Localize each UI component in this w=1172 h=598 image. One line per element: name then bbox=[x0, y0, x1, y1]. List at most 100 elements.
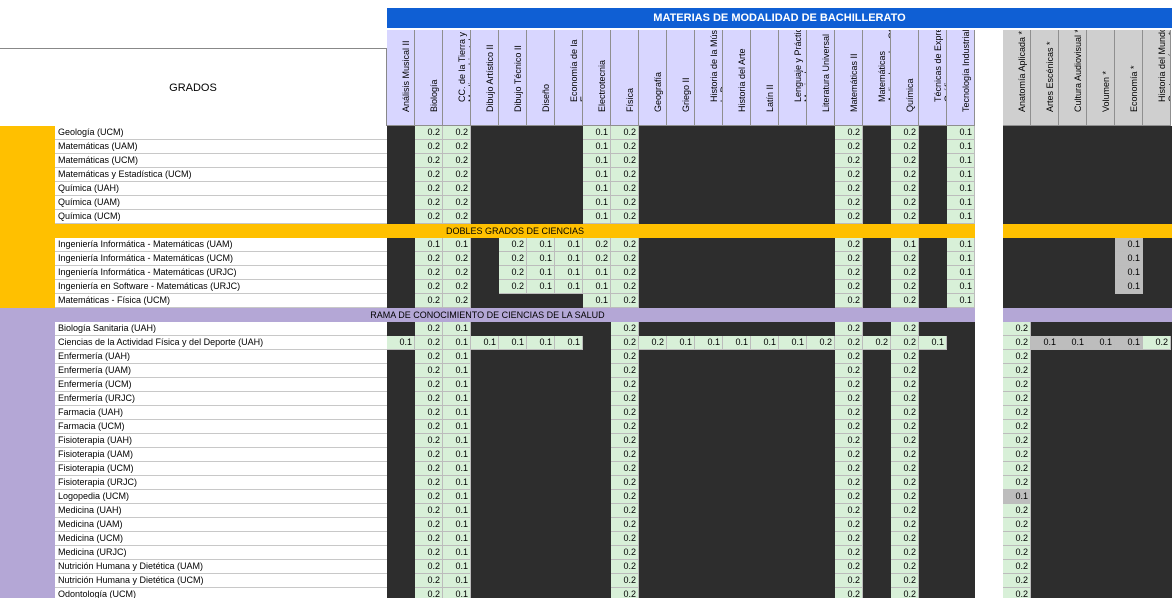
value-cell: 0.2 bbox=[611, 392, 639, 406]
value-cell: 0.1 bbox=[443, 378, 471, 392]
value-cell: 0.2 bbox=[891, 476, 919, 490]
value-cell: 0.2 bbox=[611, 448, 639, 462]
value-cell: 0.2 bbox=[611, 252, 639, 266]
value-cell: 0.2 bbox=[835, 490, 863, 504]
value-cell: 0.1 bbox=[1115, 336, 1143, 350]
subject-header-label: Biología bbox=[428, 79, 439, 112]
value-cell: 0.2 bbox=[835, 462, 863, 476]
section-band-extension bbox=[1003, 308, 1172, 322]
grado-row-name: Química (UAM) bbox=[55, 196, 387, 210]
value-cell: 0.1 bbox=[947, 252, 975, 266]
value-cell: 0.1 bbox=[443, 476, 471, 490]
subject-header-label: Lenguaje y Práctica Musical bbox=[792, 30, 807, 102]
value-cell: 0.2 bbox=[611, 322, 639, 336]
value-cell: 0.2 bbox=[611, 532, 639, 546]
value-cell: 0.2 bbox=[891, 588, 919, 598]
value-cell: 0.1 bbox=[947, 266, 975, 280]
subject-header-label: Historia del Mundo Contemporáneo * bbox=[1156, 30, 1171, 102]
value-cell: 0.2 bbox=[835, 364, 863, 378]
value-cell: 0.1 bbox=[667, 336, 695, 350]
value-cell: 0.1 bbox=[583, 182, 611, 196]
value-cell: 0.2 bbox=[835, 560, 863, 574]
value-cell: 0.1 bbox=[751, 336, 779, 350]
value-cell: 0.2 bbox=[415, 126, 443, 140]
value-cell: 0.2 bbox=[611, 168, 639, 182]
value-cell: 0.2 bbox=[443, 266, 471, 280]
lavender-category-bar bbox=[0, 322, 55, 598]
subject-header: Griego II bbox=[667, 30, 695, 126]
grado-row-name: Fisioterapia (UAH) bbox=[55, 434, 387, 448]
value-cell: 0.1 bbox=[443, 434, 471, 448]
value-cell: 0.2 bbox=[415, 336, 443, 350]
subject-header: Artes Escénicas * bbox=[1031, 30, 1059, 126]
value-cell: 0.1 bbox=[443, 462, 471, 476]
value-cell: 0.1 bbox=[779, 336, 807, 350]
value-cell: 0.2 bbox=[639, 336, 667, 350]
subject-header: Latín II bbox=[751, 30, 779, 126]
value-cell: 0.2 bbox=[611, 140, 639, 154]
value-cell: 0.2 bbox=[1003, 434, 1031, 448]
subject-header-label: Literatura Universal bbox=[820, 33, 831, 112]
grado-row-name: Ingeniería Informática - Matemáticas (UA… bbox=[55, 238, 387, 252]
subject-header-label: Técnicas de Expresión Gráfico- bbox=[932, 30, 947, 102]
value-cell: 0.2 bbox=[891, 364, 919, 378]
value-cell: 0.1 bbox=[555, 252, 583, 266]
value-cell: 0.2 bbox=[415, 518, 443, 532]
value-cell: 0.2 bbox=[835, 294, 863, 308]
value-cell: 0.1 bbox=[583, 210, 611, 224]
value-cell: 0.2 bbox=[835, 196, 863, 210]
value-cell: 0.1 bbox=[443, 238, 471, 252]
value-cell: 0.2 bbox=[611, 518, 639, 532]
subject-header: Anatomía Aplicada * bbox=[1003, 30, 1031, 126]
value-cell: 0.2 bbox=[891, 574, 919, 588]
value-cell: 0.1 bbox=[1031, 336, 1059, 350]
subject-header-label: Dibujo Técnico II bbox=[512, 45, 523, 112]
value-cell: 0.2 bbox=[835, 336, 863, 350]
value-cell: 0.2 bbox=[891, 140, 919, 154]
value-cell: 0.2 bbox=[891, 196, 919, 210]
value-cell: 0.1 bbox=[443, 518, 471, 532]
section-band: RAMA DE CONOCIMIENTO DE CIENCIAS DE LA S… bbox=[0, 308, 975, 322]
value-cell: 0.2 bbox=[835, 448, 863, 462]
value-cell: 0.2 bbox=[891, 168, 919, 182]
value-cell: 0.2 bbox=[611, 210, 639, 224]
subject-header: Dibujo Técnico II bbox=[499, 30, 527, 126]
value-cell: 0.2 bbox=[891, 532, 919, 546]
value-cell: 0.1 bbox=[583, 140, 611, 154]
value-cell: 0.2 bbox=[1003, 378, 1031, 392]
subject-header-label: Volumen * bbox=[1100, 70, 1111, 112]
value-cell: 0.2 bbox=[415, 280, 443, 294]
value-cell: 0.2 bbox=[415, 140, 443, 154]
grado-row-name: Matemáticas (UCM) bbox=[55, 154, 387, 168]
value-cell: 0.1 bbox=[443, 392, 471, 406]
value-cell: 0.2 bbox=[415, 490, 443, 504]
value-cell: 0.2 bbox=[1143, 336, 1171, 350]
value-cell: 0.2 bbox=[415, 532, 443, 546]
grado-row-name: Medicina (UAM) bbox=[55, 518, 387, 532]
subject-header-label: Latín II bbox=[764, 84, 775, 112]
value-cell: 0.2 bbox=[835, 392, 863, 406]
value-cell: 0.2 bbox=[415, 546, 443, 560]
value-cell: 0.2 bbox=[611, 238, 639, 252]
value-cell: 0.1 bbox=[947, 126, 975, 140]
value-cell: 0.1 bbox=[443, 490, 471, 504]
value-cell: 0.2 bbox=[891, 336, 919, 350]
subject-header-label: Química bbox=[904, 78, 915, 112]
value-cell: 0.1 bbox=[555, 266, 583, 280]
grid-background bbox=[387, 238, 975, 308]
subject-header-label: Electrotecnia bbox=[596, 59, 607, 112]
value-cell: 0.2 bbox=[415, 168, 443, 182]
value-cell: 0.2 bbox=[891, 294, 919, 308]
grado-row-name: Enfermería (UAH) bbox=[55, 350, 387, 364]
value-cell: 0.2 bbox=[611, 154, 639, 168]
value-cell: 0.2 bbox=[443, 280, 471, 294]
value-cell: 0.1 bbox=[1059, 336, 1087, 350]
value-cell: 0.2 bbox=[415, 434, 443, 448]
value-cell: 0.2 bbox=[835, 238, 863, 252]
value-cell: 0.2 bbox=[443, 154, 471, 168]
subject-header-label: Matemáticas Aplicadas a las CC. bbox=[876, 30, 891, 102]
subject-header: Economía de la Empresa bbox=[555, 30, 583, 126]
value-cell: 0.2 bbox=[443, 210, 471, 224]
value-cell: 0.1 bbox=[583, 266, 611, 280]
value-cell: 0.2 bbox=[835, 168, 863, 182]
